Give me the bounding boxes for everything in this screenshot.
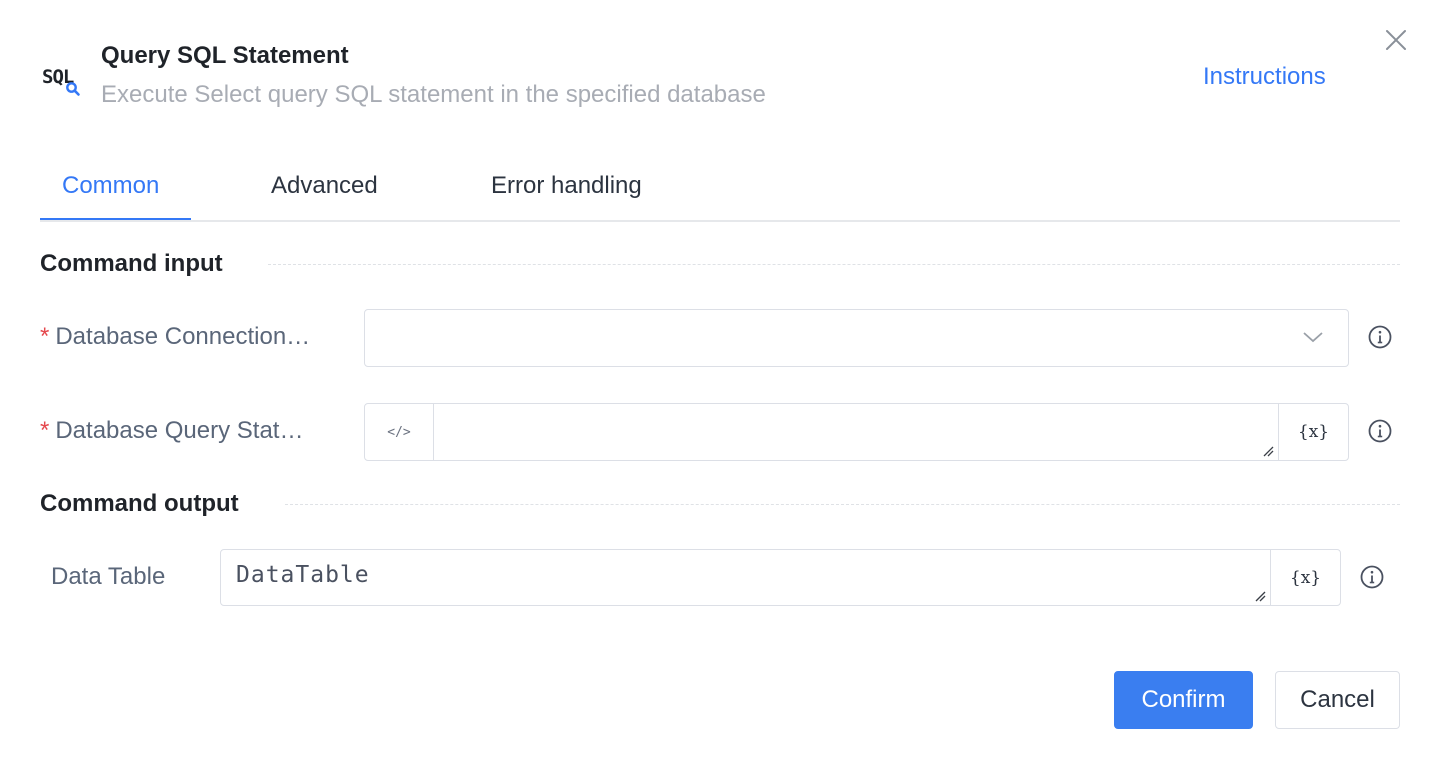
resize-handle-icon[interactable] <box>1262 445 1274 457</box>
close-icon <box>1386 30 1406 50</box>
query-statement-textarea[interactable] <box>434 404 1278 460</box>
tab-error-handling[interactable]: Error handling <box>491 172 642 200</box>
cancel-button[interactable]: Cancel <box>1275 671 1400 729</box>
database-connection-select[interactable] <box>364 309 1349 367</box>
info-icon[interactable] <box>1368 325 1392 349</box>
confirm-button[interactable]: Confirm <box>1114 671 1253 729</box>
code-icon[interactable]: </> <box>365 404 434 460</box>
dialog-title: Query SQL Statement <box>101 42 349 69</box>
sql-search-icon: SQL <box>40 62 84 102</box>
query-sql-dialog: SQL Query SQL Statement Execute Select q… <box>0 0 1440 768</box>
variable-icon[interactable]: {x} <box>1270 550 1340 605</box>
database-query-statement-label: * Database Query Stat… <box>40 417 304 444</box>
info-icon[interactable] <box>1368 419 1392 443</box>
tab-advanced[interactable]: Advanced <box>271 172 378 200</box>
data-table-textarea[interactable]: DataTable <box>221 550 1270 605</box>
dialog-subtitle: Execute Select query SQL statement in th… <box>101 81 766 108</box>
required-asterisk: * <box>40 323 50 350</box>
section-divider <box>268 264 1400 265</box>
tab-bar: Common Advanced Error handling <box>40 160 1400 222</box>
command-output-heading: Command output <box>40 490 239 517</box>
chevron-down-icon <box>1303 332 1323 343</box>
data-table-field: DataTable {x} <box>220 549 1341 606</box>
data-table-value: DataTable <box>236 562 370 588</box>
active-tab-indicator <box>40 218 191 220</box>
instructions-link[interactable]: Instructions <box>1203 63 1326 91</box>
section-divider <box>285 504 1400 505</box>
command-input-heading: Command input <box>40 250 223 277</box>
database-query-statement-field: </> {x} <box>364 403 1349 461</box>
close-button[interactable] <box>1382 26 1410 54</box>
variable-icon[interactable]: {x} <box>1278 404 1348 460</box>
tab-common[interactable]: Common <box>62 172 159 200</box>
info-icon[interactable] <box>1360 565 1384 589</box>
resize-handle-icon[interactable] <box>1254 590 1266 602</box>
data-table-label: Data Table <box>51 563 166 590</box>
database-connection-label: * Database Connection… <box>40 323 311 350</box>
required-asterisk: * <box>40 417 50 444</box>
